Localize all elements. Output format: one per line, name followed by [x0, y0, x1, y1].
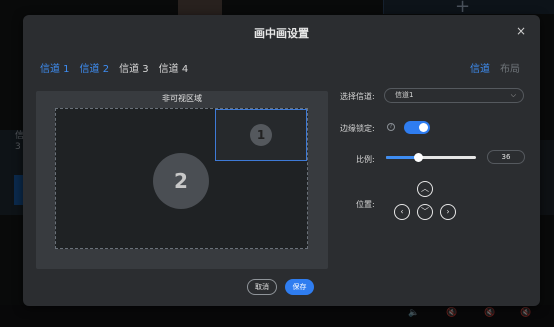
edge-lock-toggle[interactable] — [404, 121, 430, 134]
non-visible-area-label: 非可视区域 — [162, 94, 202, 103]
preview-canvas[interactable]: 2 1 — [55, 108, 308, 249]
scale-value-input[interactable]: 36 — [487, 150, 525, 164]
save-button[interactable]: 保存 — [285, 279, 314, 295]
channel-select[interactable]: 信道1 ⌵ — [384, 88, 524, 103]
move-right-button[interactable]: › — [440, 204, 456, 220]
dialog-title: 画中画设置 — [254, 27, 309, 40]
mode-tabs: 信道 布局 — [470, 60, 520, 75]
toggle-knob — [419, 123, 428, 132]
tab-layout-mode[interactable]: 布局 — [500, 60, 520, 75]
scale-slider[interactable] — [386, 153, 476, 162]
channel-select-label: 选择信道: — [340, 92, 375, 101]
help-icon[interactable]: ? — [387, 123, 395, 131]
close-icon[interactable]: × — [516, 24, 526, 38]
move-left-button[interactable]: ‹ — [394, 204, 410, 220]
channel-tabs: 信道 1 信道 2 信道 3 信道 4 — [40, 60, 188, 75]
cancel-button[interactable]: 取消 — [247, 279, 277, 295]
pip-settings-dialog: 画中画设置 × 信道 1 信道 2 信道 3 信道 4 信道 布局 非可视区域 … — [23, 15, 540, 306]
position-label: 位置: — [356, 200, 375, 209]
channel-select-value: 信道1 — [395, 91, 414, 99]
tab-channel-mode[interactable]: 信道 — [470, 60, 490, 75]
tab-channel-3[interactable]: 信道 3 — [119, 60, 149, 75]
pip-channel-marker: 1 — [250, 124, 272, 146]
pip-window[interactable]: 1 — [215, 109, 307, 161]
move-down-button[interactable]: ﹀ — [417, 204, 433, 220]
move-up-button[interactable]: ︿ — [417, 181, 433, 197]
chevron-down-icon: ⌵ — [510, 91, 516, 99]
tab-channel-1[interactable]: 信道 1 — [40, 60, 70, 75]
tab-channel-2[interactable]: 信道 2 — [80, 60, 110, 75]
tab-channel-4[interactable]: 信道 4 — [159, 60, 189, 75]
scale-label: 比例: — [356, 155, 375, 164]
main-channel-marker: 2 — [153, 153, 209, 209]
edge-lock-label: 边缘锁定: — [340, 124, 375, 133]
preview-area: 非可视区域 2 1 — [36, 91, 328, 269]
